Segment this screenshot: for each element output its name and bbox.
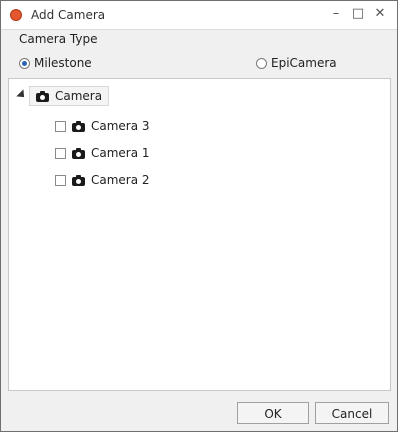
radio-unselected-icon: [256, 57, 267, 69]
add-camera-dialog: Add Camera – □ ✕ Camera Type Milestone E…: [0, 0, 398, 432]
camera-tree[interactable]: Camera Camera 3 Camera 1 Camera 2: [8, 78, 391, 391]
minimize-icon[interactable]: –: [327, 5, 345, 23]
expand-collapse-icon[interactable]: [16, 89, 28, 101]
camera-icon: [72, 120, 85, 132]
tree-item-camera-2[interactable]: Camera 2: [55, 173, 150, 187]
camera-icon: [72, 147, 85, 159]
title-bar[interactable]: Add Camera – □ ✕: [1, 1, 397, 30]
tree-item-label: Camera 2: [91, 173, 150, 187]
tree-item-camera-3[interactable]: Camera 3: [55, 119, 150, 133]
app-icon: [10, 9, 22, 21]
radio-selected-icon: [19, 57, 30, 69]
checkbox[interactable]: [55, 174, 66, 186]
tree-item-label: Camera 3: [91, 119, 150, 133]
checkbox[interactable]: [55, 120, 66, 132]
camera-type-label: Camera Type: [19, 32, 98, 46]
tree-root-camera[interactable]: Camera: [29, 86, 110, 106]
close-icon[interactable]: ✕: [371, 5, 389, 23]
tree-item-camera-1[interactable]: Camera 1: [55, 146, 150, 160]
tree-item-label: Camera 1: [91, 146, 150, 160]
maximize-icon[interactable]: □: [349, 5, 367, 23]
ok-button[interactable]: OK: [237, 402, 309, 424]
epicamera-label: EpiCamera: [271, 56, 337, 70]
checkbox[interactable]: [55, 147, 66, 159]
camera-icon: [36, 90, 49, 102]
epicamera-radio[interactable]: EpiCamera: [256, 56, 337, 70]
dialog-title: Add Camera: [31, 8, 106, 22]
cancel-button[interactable]: Cancel: [315, 402, 389, 424]
camera-icon: [72, 174, 85, 186]
dialog-footer: OK Cancel: [1, 392, 397, 432]
milestone-label: Milestone: [34, 56, 92, 70]
milestone-radio[interactable]: Milestone: [19, 56, 92, 70]
tree-root-label: Camera: [55, 89, 103, 103]
